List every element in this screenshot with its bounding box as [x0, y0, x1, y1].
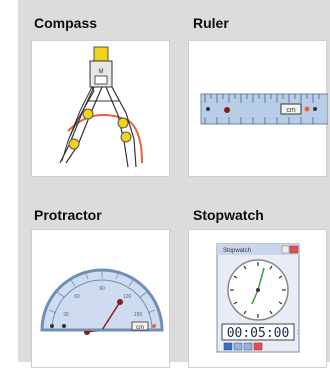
play-icon	[223, 342, 233, 351]
compass-card[interactable]: M	[31, 40, 170, 177]
stopwatch-label: Stopwatch	[193, 207, 264, 223]
svg-text:120: 120	[123, 294, 132, 300]
svg-text:150: 150	[134, 312, 143, 318]
ruler-unit-text: cm	[286, 107, 296, 114]
svg-text:60: 60	[74, 294, 80, 300]
ruler-card[interactable]: cm	[188, 40, 328, 177]
compass-icon: M	[59, 46, 143, 168]
protractor-unit-text: cm	[136, 325, 144, 331]
ruler-label: Ruler	[193, 15, 229, 31]
ruler-icon: cm	[200, 93, 328, 125]
svg-text:90: 90	[99, 286, 105, 292]
pause-icon	[233, 342, 243, 351]
svg-text:30: 30	[63, 312, 69, 318]
protractor-label: Protractor	[34, 207, 102, 223]
close-icon	[289, 245, 299, 254]
reset-icon	[243, 342, 253, 351]
stopwatch-icon: Stopwatch 00:05:00 :	[216, 243, 300, 353]
compass-label: Compass	[34, 15, 98, 31]
protractor-icon: 30 60 90 120 150 cm	[40, 268, 164, 335]
stopwatch-time: 00:05:00	[227, 326, 290, 341]
stopwatch-card[interactable]: Stopwatch 00:05:00 :	[188, 229, 327, 368]
protractor-card[interactable]: 30 60 90 120 150 cm	[31, 229, 170, 368]
stopwatch-window-title: Stopwatch	[223, 248, 251, 254]
svg-text:M: M	[99, 69, 104, 75]
